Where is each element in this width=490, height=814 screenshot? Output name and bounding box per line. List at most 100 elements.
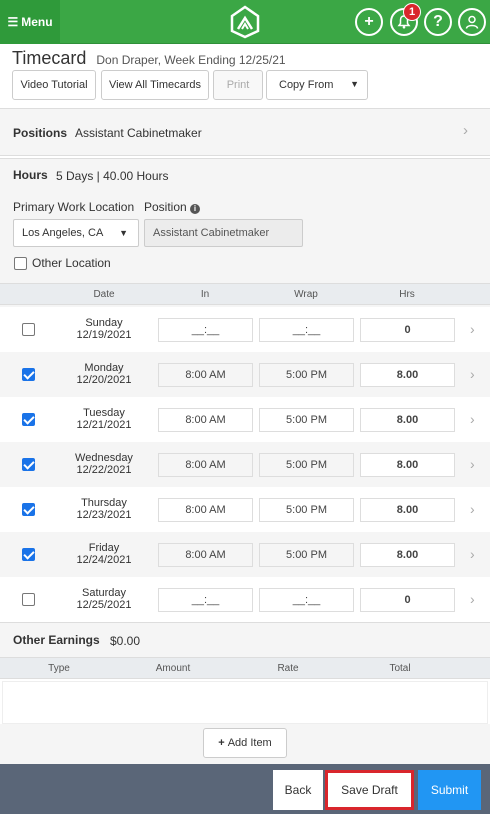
- in-time-field[interactable]: 8:00 AM: [158, 543, 253, 567]
- in-time-field[interactable]: 8:00 AM: [158, 363, 253, 387]
- primary-location-label: Primary Work Location: [13, 200, 135, 214]
- chevron-right-icon[interactable]: ›: [470, 546, 475, 562]
- table-row: Sunday 12/19/2021 __:__ __:__ 0 ›: [0, 307, 490, 352]
- page-title: Timecard: [12, 48, 87, 68]
- hours-summary: 5 Days | 40.00 Hours: [56, 169, 169, 183]
- chevron-right-icon[interactable]: ›: [470, 411, 475, 427]
- day-date-value: 12/21/2021: [76, 419, 132, 431]
- hours-field: 0: [360, 318, 455, 342]
- day-date: Thursday 12/23/2021: [59, 497, 149, 521]
- in-time-field[interactable]: __:__: [158, 588, 253, 612]
- wrap-time-field[interactable]: 5:00 PM: [259, 498, 354, 522]
- day-name: Monday: [84, 362, 124, 374]
- notification-badge: 1: [403, 3, 421, 21]
- wrap-time-field[interactable]: __:__: [259, 318, 354, 342]
- copy-from-label: Copy From: [279, 79, 334, 91]
- table-row: Wednesday 12/22/2021 8:00 AM 5:00 PM 8.00 ›: [0, 442, 490, 487]
- day-date-value: 12/22/2021: [76, 464, 132, 476]
- day-date: Saturday 12/25/2021: [59, 587, 149, 611]
- other-earnings-total: $0.00: [110, 634, 141, 648]
- day-name: Tuesday: [83, 407, 125, 419]
- top-bar: ☰ Menu + 1 ?: [0, 0, 490, 44]
- hamburger-icon: ☰: [7, 15, 19, 29]
- day-date-value: 12/24/2021: [76, 554, 132, 566]
- save-draft-button[interactable]: Save Draft: [325, 770, 414, 810]
- day-date-value: 12/23/2021: [76, 509, 132, 521]
- wrap-time-field[interactable]: 5:00 PM: [259, 453, 354, 477]
- app-logo-icon[interactable]: [228, 5, 262, 39]
- chevron-right-icon[interactable]: ›: [470, 321, 475, 337]
- wrap-time-field[interactable]: 5:00 PM: [259, 543, 354, 567]
- day-name: Saturday: [81, 587, 127, 599]
- day-date-value: 12/25/2021: [76, 599, 132, 611]
- page-header: Timecard Don Draper, Week Ending 12/25/2…: [12, 48, 286, 69]
- back-button[interactable]: Back: [273, 770, 323, 810]
- day-checkbox[interactable]: [22, 548, 35, 561]
- add-item-label: Add Item: [227, 737, 272, 749]
- hours-field: 8.00: [360, 363, 455, 387]
- add-icon[interactable]: +: [355, 8, 383, 36]
- positions-label: Positions: [13, 126, 68, 140]
- day-date: Monday 12/20/2021: [59, 362, 149, 386]
- other-earnings-table-header: Type Amount Rate Total: [0, 657, 490, 679]
- other-earnings-label: Other Earnings: [13, 633, 100, 647]
- col-amount: Amount: [155, 663, 191, 674]
- day-checkbox[interactable]: [22, 323, 35, 336]
- plus-icon: +: [218, 737, 225, 749]
- footer-bar: Back Save Draft Submit: [0, 764, 490, 814]
- day-checkbox[interactable]: [22, 368, 35, 381]
- primary-location-select[interactable]: Los Angeles, CA ▼: [13, 219, 139, 247]
- hours-field: 8.00: [360, 453, 455, 477]
- chevron-right-icon[interactable]: ›: [470, 366, 475, 382]
- submit-button[interactable]: Submit: [418, 770, 481, 810]
- hours-field: 8.00: [360, 498, 455, 522]
- in-time-field[interactable]: 8:00 AM: [158, 453, 253, 477]
- day-name: Wednesday: [75, 452, 133, 464]
- day-checkbox[interactable]: [22, 413, 35, 426]
- in-time-field[interactable]: 8:00 AM: [158, 408, 253, 432]
- other-location-label: Other Location: [32, 256, 111, 270]
- table-row: Monday 12/20/2021 8:00 AM 5:00 PM 8.00 ›: [0, 352, 490, 397]
- table-row: Tuesday 12/21/2021 8:00 AM 5:00 PM 8.00 ›: [0, 397, 490, 442]
- page-subtitle: Don Draper, Week Ending 12/25/21: [96, 53, 286, 67]
- day-date: Friday 12/24/2021: [59, 542, 149, 566]
- user-icon[interactable]: [458, 8, 486, 36]
- in-time-field[interactable]: __:__: [158, 318, 253, 342]
- info-icon[interactable]: i: [190, 204, 201, 214]
- chevron-right-icon[interactable]: ›: [470, 456, 475, 472]
- chevron-right-icon[interactable]: ›: [470, 501, 475, 517]
- col-date: Date: [93, 289, 115, 300]
- in-time-field[interactable]: 8:00 AM: [158, 498, 253, 522]
- help-icon[interactable]: ?: [424, 8, 452, 36]
- day-checkbox[interactable]: [22, 503, 35, 516]
- position-label: Position i: [144, 200, 201, 214]
- other-location-checkbox[interactable]: [14, 257, 27, 270]
- copy-from-dropdown[interactable]: Copy From ▼: [266, 70, 368, 100]
- positions-section[interactable]: Positions Assistant Cabinetmaker ›: [0, 108, 490, 156]
- day-date: Wednesday 12/22/2021: [59, 452, 149, 476]
- wrap-time-field[interactable]: __:__: [259, 588, 354, 612]
- day-checkbox[interactable]: [22, 458, 35, 471]
- col-wrap: Wrap: [294, 289, 318, 300]
- add-item-button[interactable]: + Add Item: [203, 728, 287, 758]
- chevron-right-icon[interactable]: ›: [470, 591, 475, 607]
- day-name: Thursday: [81, 497, 127, 509]
- wrap-time-field[interactable]: 5:00 PM: [259, 408, 354, 432]
- add-item-bar: + Add Item: [0, 724, 490, 764]
- other-earnings-empty-row: [2, 681, 488, 724]
- hours-field: 8.00: [360, 408, 455, 432]
- hours-table-header: Date In Wrap Hrs: [0, 283, 490, 305]
- day-checkbox[interactable]: [22, 593, 35, 606]
- table-row: Thursday 12/23/2021 8:00 AM 5:00 PM 8.00 ›: [0, 487, 490, 532]
- col-in: In: [200, 289, 210, 300]
- print-button[interactable]: Print: [213, 70, 263, 100]
- table-row: Saturday 12/25/2021 __:__ __:__ 0 ›: [0, 577, 490, 622]
- wrap-time-field[interactable]: 5:00 PM: [259, 363, 354, 387]
- view-all-timecards-button[interactable]: View All Timecards: [101, 70, 209, 100]
- day-date: Tuesday 12/21/2021: [59, 407, 149, 431]
- video-tutorial-button[interactable]: Video Tutorial: [12, 70, 96, 100]
- caret-down-icon: ▼: [119, 228, 128, 238]
- menu-label: Menu: [21, 15, 53, 29]
- table-row: Friday 12/24/2021 8:00 AM 5:00 PM 8.00 ›: [0, 532, 490, 577]
- menu-button[interactable]: ☰ Menu: [0, 0, 60, 44]
